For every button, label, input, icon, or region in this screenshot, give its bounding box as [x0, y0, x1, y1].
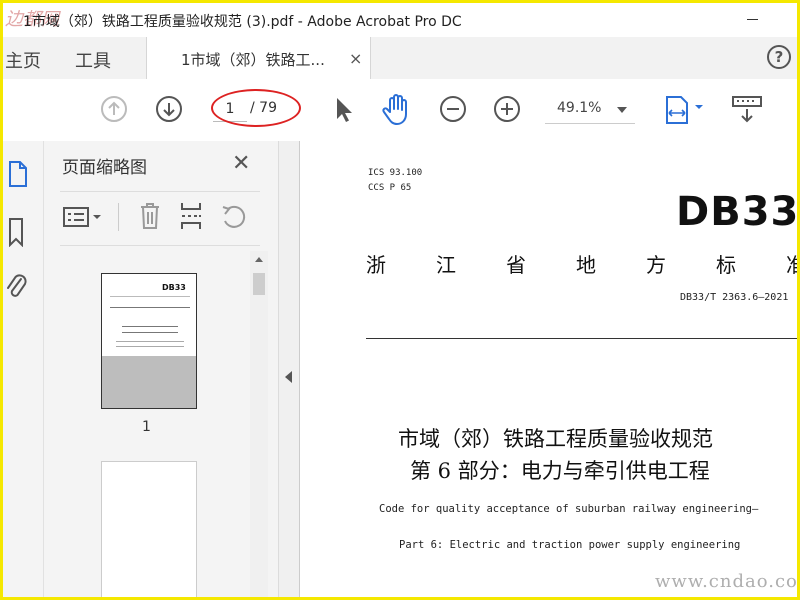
zoom-value: 49.1% [557, 100, 602, 116]
thumbnail-shaded-area [102, 356, 196, 408]
previous-page-icon[interactable] [100, 95, 128, 123]
doc-db-code: DB33 [676, 189, 800, 235]
thumbnail-rule [110, 307, 190, 308]
tab-tools[interactable]: 工具 [75, 47, 111, 73]
standard-char: 江 [436, 253, 456, 277]
thumbnail-line [122, 326, 178, 327]
chevron-left-icon [285, 371, 292, 383]
attachment-icon[interactable] [5, 271, 29, 305]
zoom-dropdown[interactable]: 49.1% [545, 97, 635, 124]
doc-title-line2: 第 6 部分：电力与牵引供电工程 [410, 459, 710, 483]
hand-tool-icon[interactable] [381, 92, 413, 126]
panel-collapse-handle[interactable] [279, 141, 299, 597]
doc-standard-type: 浙江省地方标准 [366, 249, 797, 278]
thumbnail-line [110, 296, 190, 297]
page-thumbnail[interactable]: DB33 [101, 273, 197, 409]
select-cursor-icon[interactable] [333, 95, 355, 125]
window-frame: 边都网 1市域（郊）铁路工程质量验收规范 (3).pdf - Adobe Acr… [0, 0, 800, 600]
doc-rule [366, 338, 797, 339]
doc-english-title-line2: Part 6: Electric and traction power supp… [399, 539, 741, 551]
window-title: 1市域（郊）铁路工程质量验收规范 (3).pdf - Adobe Acrobat… [23, 14, 462, 30]
minimize-button[interactable] [739, 7, 765, 31]
fit-page-icon[interactable] [663, 93, 707, 127]
panel-divider [60, 191, 260, 192]
thumbnail-line [116, 341, 184, 342]
standard-char: 标 [716, 253, 736, 277]
title-bar: 边都网 1市域（郊）铁路工程质量验收规范 (3).pdf - Adobe Acr… [3, 3, 797, 37]
standard-char: 方 [646, 253, 666, 277]
panel-divider [60, 245, 260, 246]
doc-standard-number: DB33/T 2363.6—2021 [680, 292, 789, 303]
bookmark-icon[interactable] [7, 217, 27, 247]
tab-home[interactable]: 主页 [5, 47, 41, 73]
scroll-thumb[interactable] [253, 273, 265, 295]
scroll-mode-icon[interactable] [731, 95, 763, 125]
thumbnail-db-code: DB33 [162, 283, 186, 292]
page-thumbnails-icon[interactable] [7, 159, 29, 189]
thumbnail-panel: 页面缩略图 ✕ DB33 1 [44, 141, 279, 597]
zoom-out-icon[interactable] [439, 95, 467, 123]
thumbnail-line [122, 332, 178, 333]
close-icon[interactable]: ✕ [232, 151, 250, 176]
toolbar-divider [118, 203, 119, 231]
panel-title: 页面缩略图 [62, 158, 147, 178]
trash-icon[interactable] [138, 201, 162, 231]
watermark-bottom-right: www.cndao.com [655, 571, 800, 592]
doc-title-line1: 市域（郊）铁路工程质量验收规范 [398, 427, 713, 451]
minimize-icon [746, 18, 758, 20]
tab-document[interactable]: 1市域（郊）铁路工... × [146, 37, 371, 79]
document-page: ICS 93.100 CCS P 65 DB33 浙 江 省 地 方 标 准 DB33/T … [299, 141, 800, 597]
page-thumbnail[interactable] [101, 461, 197, 597]
tab-row: 主页 工具 1市域（郊）铁路工... × ? [3, 37, 797, 79]
next-page-icon[interactable] [155, 95, 183, 123]
page-navigator: / 79 [213, 97, 299, 122]
rotate-icon[interactable] [220, 203, 248, 231]
page-number-input[interactable] [213, 97, 247, 122]
panel-scrollbar[interactable] [250, 251, 268, 597]
standard-char: 省 [506, 253, 526, 277]
tab-document-label: 1市域（郊）铁路工... [181, 51, 325, 69]
chevron-down-icon [617, 107, 627, 113]
insert-page-icon[interactable] [178, 201, 204, 231]
help-button[interactable]: ? [767, 45, 791, 69]
doc-ccs-code: CCS P 65 [368, 183, 412, 193]
thumbnail-line [116, 346, 184, 347]
thumbnail-label: 1 [142, 419, 151, 435]
thumbnail-options-icon[interactable] [62, 205, 106, 231]
doc-ics-code: ICS 93.100 [368, 168, 423, 178]
tab-close-icon[interactable]: × [349, 49, 362, 68]
toolbar: / 79 49.1% [3, 79, 797, 142]
scroll-up-icon[interactable] [255, 257, 263, 262]
zoom-in-icon[interactable] [493, 95, 521, 123]
doc-english-title-line1: Code for quality acceptance of suburban … [379, 503, 759, 515]
page-total: / 79 [250, 100, 277, 116]
left-navigation-rail [3, 141, 44, 597]
standard-char: 浙 [366, 253, 386, 277]
standard-char: 准 [786, 249, 797, 278]
standard-char: 地 [576, 253, 596, 277]
